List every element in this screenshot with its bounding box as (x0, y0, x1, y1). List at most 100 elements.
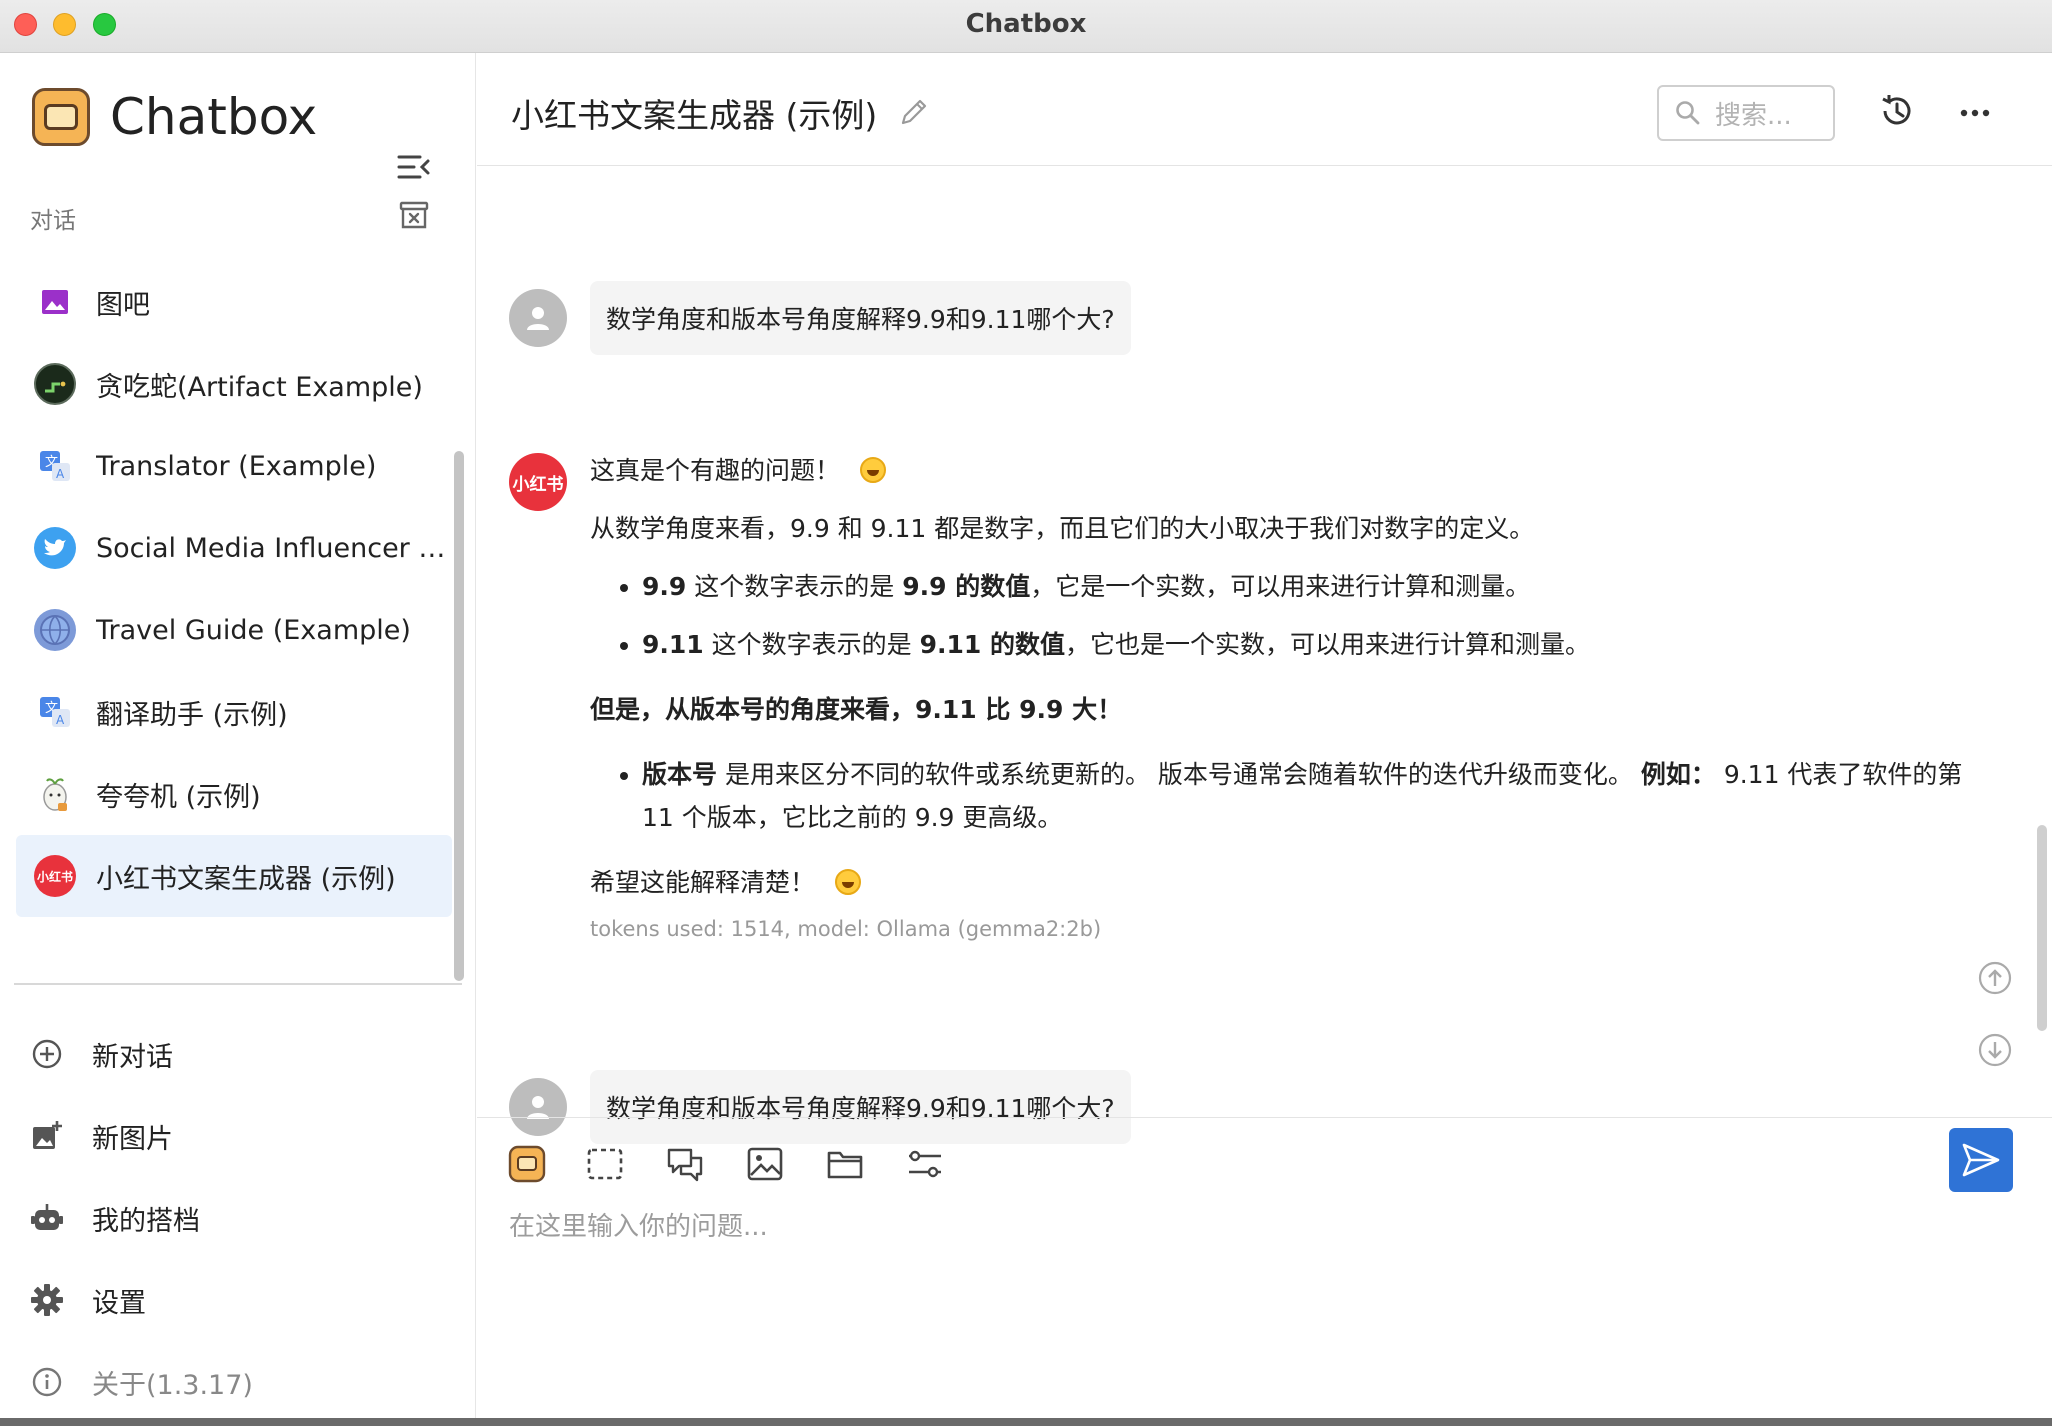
folder-icon[interactable] (825, 1144, 865, 1184)
image-upload-icon[interactable] (745, 1144, 785, 1184)
bullet-list: 9.9 这个数字表示的是 9.9 的数值，它是一个实数，可以用来进行计算和测量。… (590, 565, 1970, 666)
conversation-label: Travel Guide (Example) (96, 614, 411, 646)
list-item: 9.9 这个数字表示的是 9.9 的数值，它是一个实数，可以用来进行计算和测量。 (642, 565, 1970, 608)
assistant-message: 这真是个有趣的问题！ 从数学角度来看，9.9 和 9.11 都是数字，而且它们的… (590, 449, 1970, 951)
chat-main: 小红书文案生成器 (示例) 搜索... 数学角度和版本号角度解释9.9和9.11… (477, 53, 2052, 1426)
info-icon (32, 1367, 62, 1397)
brand: Chatbox (32, 85, 317, 149)
token-usage-meta: tokens used: 1514, model: Ollama (gemma2… (590, 917, 1102, 941)
list-item: 版本号 是用来区分不同的软件或系统更新的。 版本号通常会随着软件的迭代升级而变化… (642, 753, 1970, 839)
plus-circle-icon (32, 1039, 62, 1069)
gear-icon (31, 1284, 63, 1316)
section-label-conversations: 对话 (30, 208, 76, 234)
chat-scrollbar[interactable] (2037, 825, 2047, 1031)
conversation-item[interactable]: 文A 翻译助手 (示例) (16, 671, 452, 753)
conversation-item[interactable]: Travel Guide (Example) (16, 589, 452, 671)
conversation-label: Social Media Influencer (Example) (96, 532, 446, 564)
chatbox-logo-icon (32, 88, 90, 146)
sidebar-divider (14, 983, 462, 985)
svg-text:A: A (56, 713, 65, 727)
chatbox-model-button[interactable] (507, 1144, 547, 1184)
window-title: Chatbox (965, 9, 1087, 39)
title-bar: Chatbox (0, 0, 2052, 53)
person-icon (527, 307, 549, 330)
conversation-label: 图吧 (96, 289, 150, 321)
pencil-icon[interactable] (897, 95, 931, 129)
bullet-list: 版本号 是用来区分不同的软件或系统更新的。 版本号通常会随着软件的迭代升级而变化… (590, 753, 1970, 839)
about-label: 关于(1.3.17) (92, 1369, 253, 1401)
window-bottom-edge (0, 1418, 2052, 1426)
send-button[interactable] (1949, 1128, 2013, 1192)
conversation-list: 图吧 贪吃蛇(Artifact Example) 文A Translator (… (16, 261, 452, 917)
user-avatar (509, 289, 567, 347)
xiaohongshu-badge-text: 小红书 (36, 869, 73, 884)
message-text: 从数学角度来看，9.9 和 9.11 都是数字，而且它们的大小取决于我们对数字的… (590, 514, 1535, 543)
translate-icon: 文A (34, 445, 76, 487)
assistant-avatar-text: 小红书 (512, 474, 564, 495)
conversation-label: 夸夸机 (示例) (96, 781, 261, 813)
settings-label: 设置 (92, 1287, 146, 1319)
settings-sliders-icon[interactable] (905, 1144, 945, 1184)
my-copilots-button[interactable]: 我的搭档 (30, 1177, 450, 1259)
search-input[interactable]: 搜索... (1657, 85, 1835, 141)
conversation-item-active[interactable]: 小红书 小红书文案生成器 (示例) (16, 835, 452, 917)
send-icon (1962, 1143, 2000, 1177)
scroll-down-icon[interactable] (1977, 1032, 2013, 1068)
scroll-up-icon[interactable] (1977, 960, 2013, 996)
svg-text:A: A (56, 467, 65, 481)
message-text: 希望这能解释清楚！ (590, 868, 816, 897)
conversation-item[interactable]: 夸夸机 (示例) (16, 753, 452, 835)
conversation-item[interactable]: 文A Translator (Example) (16, 425, 452, 507)
grinning-emoji-icon (835, 869, 862, 895)
settings-button[interactable]: 设置 (30, 1259, 450, 1341)
robot-icon (31, 1204, 63, 1230)
new-chat-button[interactable]: 新对话 (30, 1013, 450, 1095)
message-input[interactable]: 在这里输入你的问题... (509, 1206, 768, 1243)
clear-conversations-icon[interactable] (398, 199, 430, 231)
grinning-emoji-icon (860, 457, 887, 483)
chat-bubbles-icon[interactable] (665, 1144, 705, 1184)
globe-icon (34, 609, 76, 651)
assistant-paragraph: 这真是个有趣的问题！ (590, 449, 1970, 492)
brand-name: Chatbox (110, 88, 318, 146)
conversation-label: Translator (Example) (96, 450, 377, 482)
sprout-icon (34, 773, 76, 815)
search-icon (1676, 101, 1700, 125)
twitter-bird-icon (34, 527, 76, 569)
assistant-paragraph: 希望这能解释清楚！ (590, 861, 1970, 904)
conversation-label: 小红书文案生成器 (示例) (96, 863, 396, 895)
app-window: Chatbox Chatbox 对话 图吧 贪吃蛇(Artifact Examp… (0, 0, 2052, 1426)
history-icon[interactable] (1877, 91, 1917, 131)
add-image-icon (33, 1121, 62, 1149)
more-options-icon[interactable] (1955, 93, 1995, 133)
chat-header: 小红书文案生成器 (示例) 搜索... (477, 53, 2052, 166)
conversation-label: 翻译助手 (示例) (96, 699, 288, 731)
message-list: 数学角度和版本号角度解释9.9和9.11哪个大? 小红书 这真是个有趣的问题！ … (477, 167, 2052, 1144)
conversation-item[interactable]: 图吧 (16, 261, 452, 343)
sidebar-scrollbar[interactable] (454, 451, 464, 981)
chat-title: 小红书文案生成器 (示例) (511, 96, 878, 135)
selection-icon[interactable] (585, 1144, 625, 1184)
translate-icon: 文A (34, 691, 76, 733)
sidebar-menu: 新对话 新图片 我的搭档 设置 关于(1.3.17) (30, 1013, 450, 1423)
chatbox-logo-icon (508, 1145, 546, 1183)
conversation-item[interactable]: 贪吃蛇(Artifact Example) (16, 343, 452, 425)
snake-game-icon (34, 363, 76, 405)
user-message: 数学角度和版本号角度解释9.9和9.11哪个大? (590, 281, 1131, 355)
new-image-label: 新图片 (92, 1123, 173, 1155)
message-heading: 但是，从版本号的角度来看，9.11 比 9.9 大！ (590, 695, 1123, 724)
assistant-avatar: 小红书 (509, 453, 567, 511)
my-copilots-label: 我的搭档 (92, 1205, 200, 1237)
conversation-label: 贪吃蛇(Artifact Example) (96, 371, 423, 403)
new-image-button[interactable]: 新图片 (30, 1095, 450, 1177)
about-button[interactable]: 关于(1.3.17) (30, 1341, 450, 1423)
list-item: 9.11 这个数字表示的是 9.11 的数值，它也是一个实数，可以用来进行计算和… (642, 623, 1970, 666)
xiaohongshu-icon: 小红书 (34, 855, 76, 897)
composer: 在这里输入你的问题... (477, 1117, 2052, 1426)
new-chat-label: 新对话 (92, 1041, 173, 1073)
collapse-sidebar-icon[interactable] (396, 149, 432, 185)
image-icon (34, 281, 76, 323)
conversation-item[interactable]: Social Media Influencer (Example) (16, 507, 452, 589)
sidebar: Chatbox 对话 图吧 贪吃蛇(Artifact Example) 文 A … (0, 53, 476, 1426)
message-text: 这真是个有趣的问题！ (590, 456, 841, 485)
